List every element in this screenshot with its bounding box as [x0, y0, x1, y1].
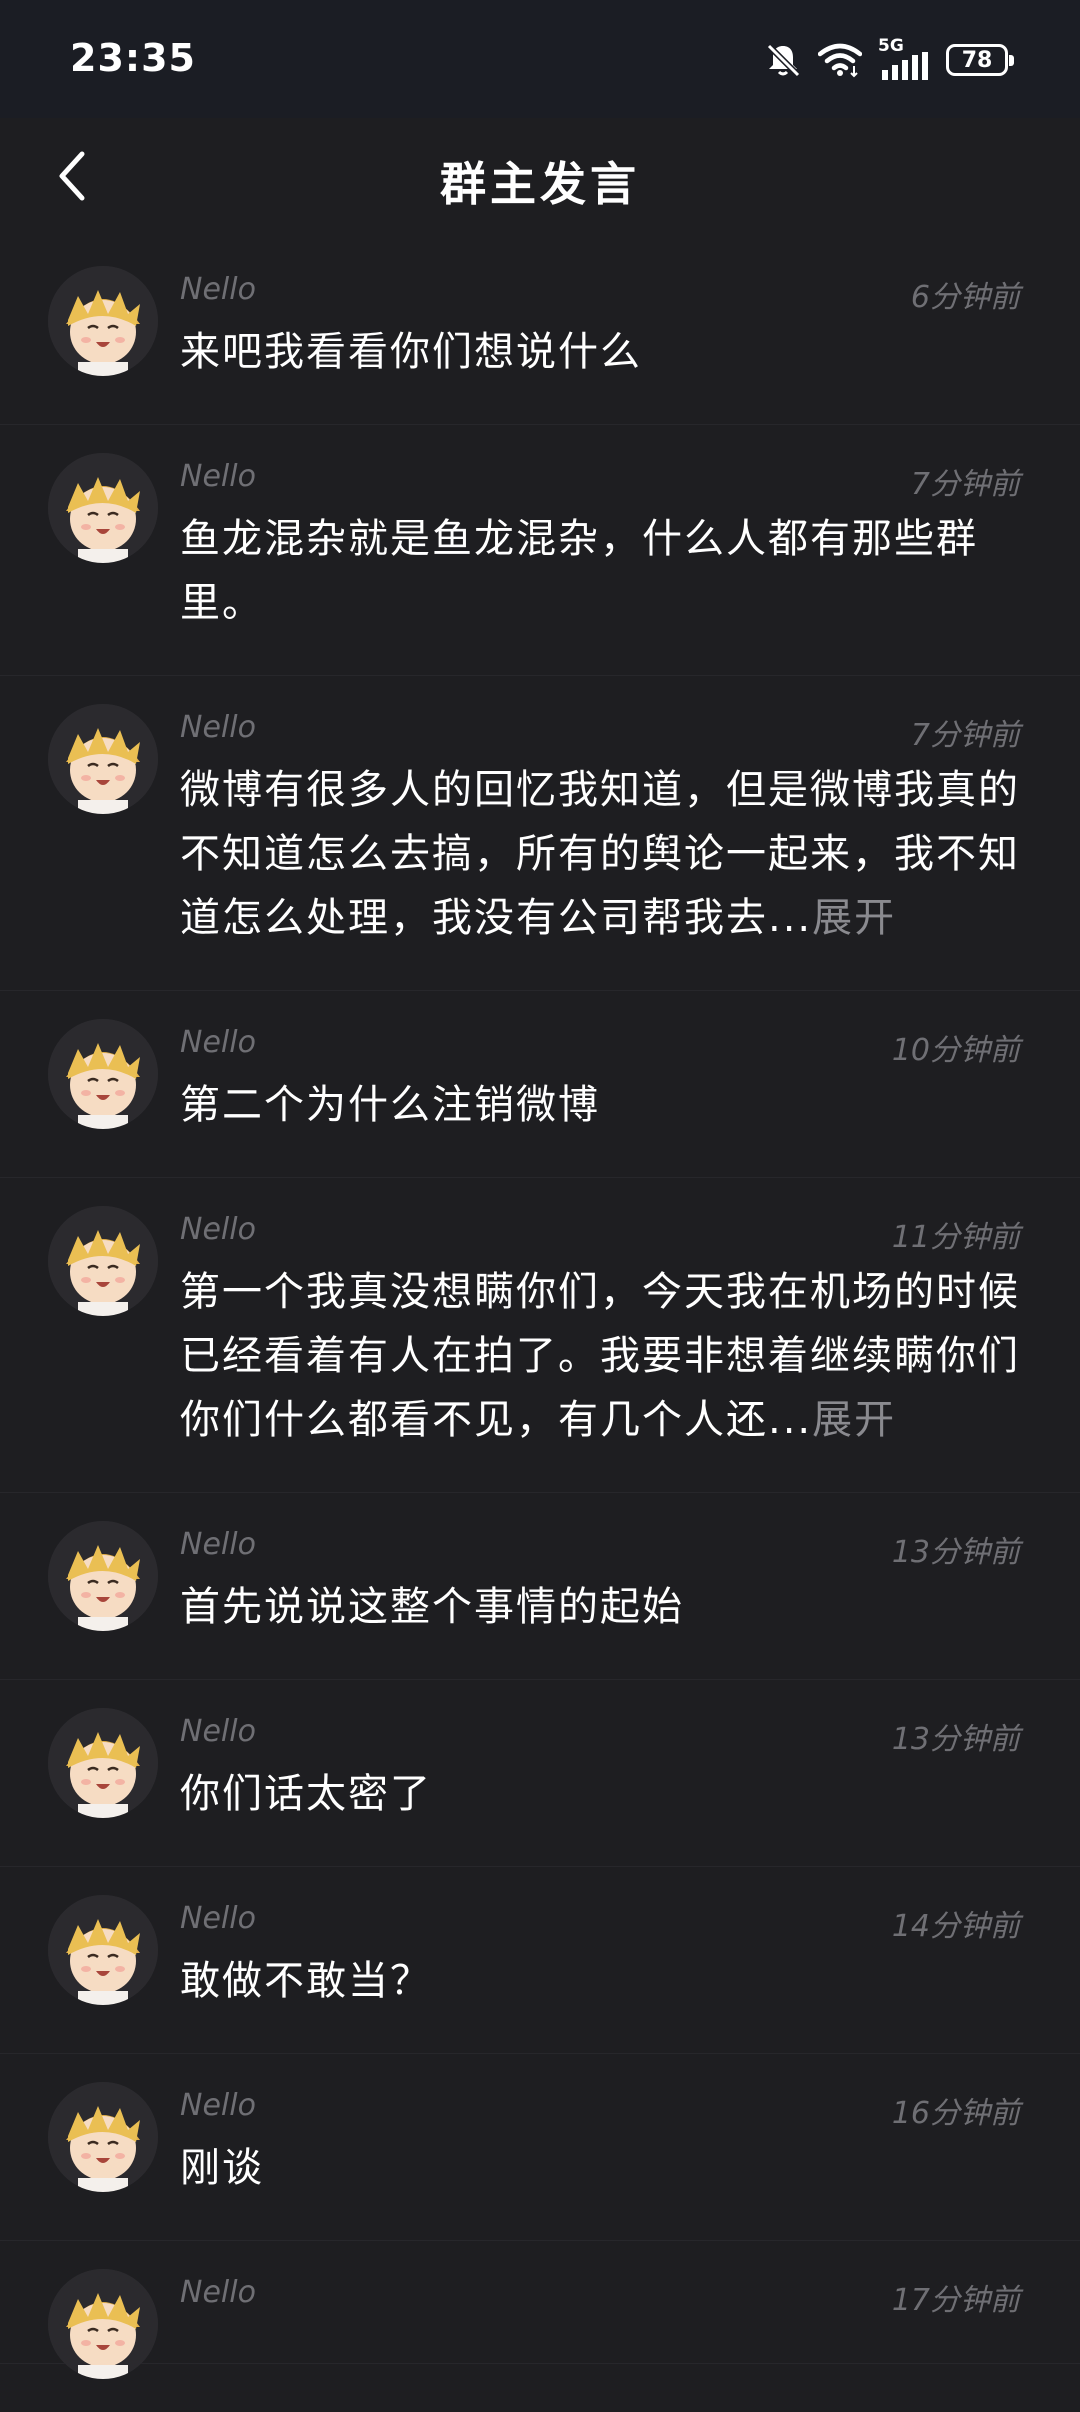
message-text: 你们话太密了	[180, 1762, 1028, 1826]
top-nav-bar: 群主发言	[0, 118, 1080, 238]
message-content: 来吧我看看你们想说什么	[180, 329, 642, 375]
battery-level: 78	[961, 47, 993, 73]
message-time: 11分钟前	[891, 1220, 1020, 1255]
expand-link[interactable]: 展开	[812, 1397, 896, 1443]
message-meta: Nello 13分钟前	[180, 1527, 1028, 1571]
message-content: 首先说说这整个事情的起始	[180, 1584, 684, 1630]
page-title: 群主发言	[440, 157, 640, 211]
message-meta: Nello 11分钟前	[180, 1212, 1028, 1256]
message-meta: Nello 16分钟前	[180, 2088, 1028, 2132]
signal-icon: 5G	[878, 36, 930, 80]
message-text: 敢做不敢当？	[180, 1949, 1028, 2013]
message-meta: Nello 7分钟前	[180, 710, 1028, 754]
message-content: 敢做不敢当？	[180, 1958, 432, 2004]
author-name[interactable]: Nello	[180, 2275, 256, 2310]
mute-bell-icon	[766, 43, 801, 78]
message-text: 首先说说这整个事情的起始	[180, 1575, 1028, 1639]
message-item[interactable]: Nello 14分钟前 敢做不敢当？	[0, 1867, 1080, 2054]
avatar[interactable]	[48, 704, 158, 814]
message-feed[interactable]: Nello 6分钟前 来吧我看看你们想说什么 Nello 7分钟前 鱼龙混杂就是…	[0, 238, 1080, 2412]
message-content: 刚谈	[180, 2145, 264, 2191]
message-time: 7分钟前	[910, 467, 1020, 502]
message-time: 16分钟前	[891, 2096, 1020, 2131]
avatar[interactable]	[48, 1019, 158, 1129]
message-meta: Nello 17分钟前	[180, 2275, 1028, 2319]
status-bar: 23:35 5G 78	[0, 0, 1080, 118]
author-name[interactable]: Nello	[180, 2088, 256, 2123]
message-meta: Nello 14分钟前	[180, 1901, 1028, 1945]
message-time: 13分钟前	[891, 1722, 1020, 1757]
message-item[interactable]: Nello 13分钟前 你们话太密了	[0, 1680, 1080, 1867]
message-text: 刚谈	[180, 2136, 1028, 2200]
avatar[interactable]	[48, 2269, 158, 2379]
avatar[interactable]	[48, 1521, 158, 1631]
message-meta: Nello 7分钟前	[180, 459, 1028, 503]
message-meta: Nello 6分钟前	[180, 272, 1028, 316]
message-item[interactable]: Nello 13分钟前 首先说说这整个事情的起始	[0, 1493, 1080, 1680]
message-item[interactable]: Nello 7分钟前 微博有很多人的回忆我知道，但是微博我真的不知道怎么去搞，所…	[0, 676, 1080, 991]
avatar[interactable]	[48, 1895, 158, 2005]
message-meta: Nello 13分钟前	[180, 1714, 1028, 1758]
message-text: 鱼龙混杂就是鱼龙混杂，什么人都有那些群里。	[180, 507, 1028, 635]
author-name[interactable]: Nello	[180, 459, 256, 494]
author-name[interactable]: Nello	[180, 710, 256, 745]
message-time: 10分钟前	[891, 1033, 1020, 1068]
message-content: 鱼龙混杂就是鱼龙混杂，什么人都有那些群里。	[180, 516, 978, 626]
avatar[interactable]	[48, 2082, 158, 2192]
avatar[interactable]	[48, 453, 158, 563]
message-text: 第一个我真没想瞒你们，今天我在机场的时候已经看着有人在拍了。我要非想着继续瞒你们…	[180, 1260, 1028, 1452]
message-time: 17分钟前	[891, 2283, 1020, 2318]
message-item[interactable]: Nello 16分钟前 刚谈	[0, 2054, 1080, 2241]
message-item[interactable]: Nello 10分钟前 第二个为什么注销微博	[0, 991, 1080, 1178]
author-name[interactable]: Nello	[180, 1527, 256, 1562]
author-name[interactable]: Nello	[180, 1212, 256, 1247]
message-time: 14分钟前	[891, 1909, 1020, 1944]
message-meta: Nello 10分钟前	[180, 1025, 1028, 1069]
message-content: 你们话太密了	[180, 1771, 432, 1817]
avatar[interactable]	[48, 266, 158, 376]
message-text: 第二个为什么注销微博	[180, 1073, 1028, 1137]
message-time: 7分钟前	[910, 718, 1020, 753]
message-time: 6分钟前	[910, 280, 1020, 315]
battery-icon: 78	[946, 44, 1014, 76]
status-time: 23:35	[70, 36, 196, 80]
message-item[interactable]: Nello 7分钟前 鱼龙混杂就是鱼龙混杂，什么人都有那些群里。	[0, 425, 1080, 676]
status-icons: 5G 78	[764, 36, 1014, 82]
message-text: 微博有很多人的回忆我知道，但是微博我真的不知道怎么去搞，所有的舆论一起来，我不知…	[180, 758, 1028, 950]
author-name[interactable]: Nello	[180, 272, 256, 307]
author-name[interactable]: Nello	[180, 1901, 256, 1936]
message-text: 来吧我看看你们想说什么	[180, 320, 1028, 384]
message-item[interactable]: Nello 6分钟前 来吧我看看你们想说什么	[0, 238, 1080, 425]
avatar[interactable]	[48, 1708, 158, 1818]
message-item[interactable]: Nello 11分钟前 第一个我真没想瞒你们，今天我在机场的时候已经看着有人在拍…	[0, 1178, 1080, 1493]
wifi-icon	[818, 43, 862, 78]
message-time: 13分钟前	[891, 1535, 1020, 1570]
message-content: 第二个为什么注销微博	[180, 1082, 600, 1128]
expand-link[interactable]: 展开	[812, 895, 896, 941]
author-name[interactable]: Nello	[180, 1714, 256, 1749]
avatar[interactable]	[48, 1206, 158, 1316]
author-name[interactable]: Nello	[180, 1025, 256, 1060]
message-item[interactable]: Nello 17分钟前	[0, 2241, 1080, 2379]
